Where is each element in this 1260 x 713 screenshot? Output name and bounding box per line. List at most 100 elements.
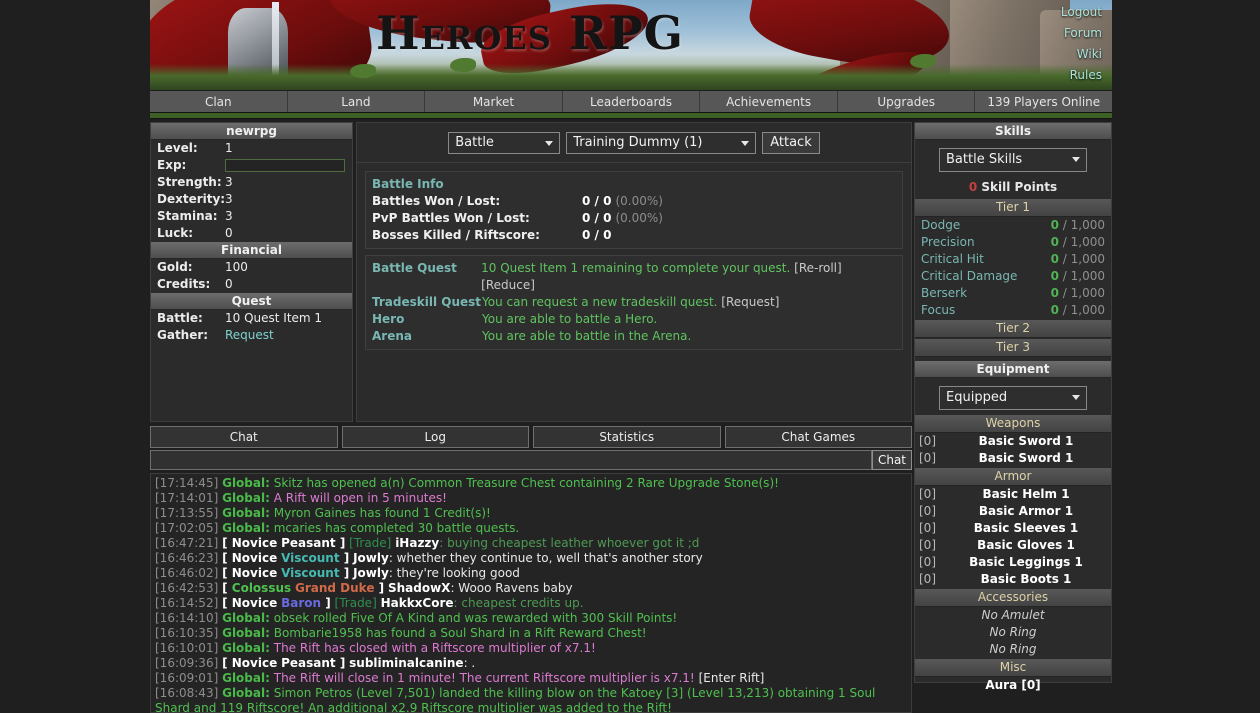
- chat-input-row: Chat: [150, 450, 912, 470]
- chat-global-prefix: Global:: [222, 671, 270, 685]
- chat-rank: Novice: [231, 596, 278, 610]
- equipment-item-name[interactable]: Basic Boots 1: [945, 571, 1107, 588]
- skill-value: 0 / 1,000: [1050, 303, 1105, 317]
- info-label: Battles Won / Lost:: [372, 194, 501, 208]
- header-link-wiki[interactable]: Wiki: [992, 44, 1102, 65]
- chat-username[interactable]: HakkxCore: [381, 596, 454, 610]
- chat-send-button[interactable]: Chat: [871, 450, 912, 470]
- equipment-quantity: [0]: [919, 538, 936, 552]
- equipment-quantity: [0]: [919, 504, 936, 518]
- chat-text: : they're looking good: [388, 566, 520, 580]
- tab-chat-games[interactable]: Chat Games: [724, 426, 912, 448]
- skills-category-select[interactable]: Battle Skills: [939, 148, 1087, 172]
- skill-value: 0 / 1,000: [1050, 235, 1105, 249]
- nav-item-land[interactable]: Land: [288, 91, 426, 112]
- nav-item-achievements[interactable]: Achievements: [700, 91, 838, 112]
- stat-label: Dexterity:: [157, 192, 226, 206]
- chat-message: [16:42:53] [ Colossus Grand Duke ] Shado…: [155, 581, 907, 596]
- chat-username[interactable]: Jowly: [353, 551, 389, 565]
- equipment-item-name[interactable]: Basic Leggings 1: [945, 554, 1107, 571]
- chat-log[interactable]: [17:14:45] Global: Skitz has opened a(n)…: [150, 473, 912, 713]
- equipment-item-name[interactable]: Aura [0]: [915, 677, 1111, 694]
- skill-name[interactable]: Focus: [921, 302, 955, 319]
- skill-name[interactable]: Berserk: [921, 285, 967, 302]
- nav-item-leaderboards[interactable]: Leaderboards: [563, 91, 701, 112]
- chat-message: [16:09:36] [ Novice Peasant ] subliminal…: [155, 656, 907, 671]
- battle-target-select[interactable]: Training Dummy (1): [566, 131, 757, 154]
- nav-item-players-online[interactable]: 139 Players Online: [975, 91, 1112, 112]
- quest-action-link[interactable]: [Reduce]: [481, 278, 535, 292]
- chat-timestamp: [17:02:05]: [155, 521, 219, 535]
- info-value: 0 / 0: [582, 194, 612, 208]
- info-label: Bosses Killed / Riftscore:: [372, 228, 540, 242]
- chat-timestamp: [16:14:10]: [155, 611, 219, 625]
- battle-info-row: Battles Won / Lost: 0 / 0 (0.00%): [372, 193, 896, 210]
- chat-message: [17:14:45] Global: Skitz has opened a(n)…: [155, 476, 907, 491]
- quest-action-link[interactable]: [Re-roll]: [790, 261, 842, 275]
- stat-row-level: Level: 1: [151, 140, 352, 157]
- skill-name[interactable]: Precision: [921, 234, 975, 251]
- skill-name[interactable]: Critical Hit: [921, 251, 984, 268]
- chat-input[interactable]: [150, 450, 872, 470]
- equipment-item-name[interactable]: Basic Sword 1: [945, 433, 1107, 450]
- financial-row-gold: Gold: 100: [151, 259, 352, 276]
- skill-row: Focus 0 / 1,000: [915, 302, 1111, 319]
- chat-message: [16:46:02] [ Novice Viscount ] Jowly: th…: [155, 566, 907, 581]
- tab-log[interactable]: Log: [341, 426, 529, 448]
- equipment-select-wrap: Equipped: [939, 386, 1087, 410]
- skill-row: Critical Damage 0 / 1,000: [915, 268, 1111, 285]
- equipment-item-name[interactable]: Basic Gloves 1: [945, 537, 1107, 554]
- chat-text: Bombarie1958 has found a Soul Shard in a…: [273, 626, 647, 640]
- chat-timestamp: [17:13:55]: [155, 506, 219, 520]
- chat-username[interactable]: ShadowX: [388, 581, 450, 595]
- chat-timestamp: [16:46:02]: [155, 566, 219, 580]
- financial-label: Gold:: [157, 260, 193, 274]
- site-banner: Heroes RPG Logout Forum Wiki Rules: [150, 0, 1112, 90]
- equipment-item-name[interactable]: Basic Helm 1: [945, 486, 1107, 503]
- quest-info-label: Hero: [372, 312, 405, 326]
- equipment-filter-select[interactable]: Equipped: [939, 386, 1087, 410]
- equipment-item-name[interactable]: Basic Armor 1: [945, 503, 1107, 520]
- tab-statistics[interactable]: Statistics: [533, 426, 721, 448]
- header-link-forum[interactable]: Forum: [992, 23, 1102, 44]
- quest-info-label: Arena: [372, 329, 412, 343]
- nav-item-market[interactable]: Market: [425, 91, 563, 112]
- chat-text: Myron Gaines has found 1 Credit(s)!: [273, 506, 491, 520]
- chat-title: Viscount: [281, 551, 340, 565]
- tab-chat[interactable]: Chat: [150, 426, 338, 448]
- quest-action-link[interactable]: [Request]: [717, 295, 779, 309]
- chat-text: : buying cheapest leather whoever got it…: [439, 536, 700, 550]
- equipment-group-header: Accessories: [915, 588, 1111, 607]
- banner-foliage: [150, 64, 1112, 90]
- quest-row-battle: Battle: 10 Quest Item 1: [151, 310, 352, 327]
- stat-value: 3: [225, 192, 233, 206]
- chat-rank-bracket: [: [222, 536, 232, 550]
- equipment-header: Equipment: [915, 361, 1111, 378]
- equipment-item-name[interactable]: Basic Sword 1: [945, 450, 1107, 467]
- quest-request-link[interactable]: Request: [225, 327, 274, 344]
- chat-message: [16:10:35] Global: Bombarie1958 has foun…: [155, 626, 907, 641]
- skill-value: 0 / 1,000: [1050, 269, 1105, 283]
- chat-username[interactable]: iHazzy: [395, 536, 439, 550]
- chat-action-link[interactable]: [Enter Rift]: [699, 671, 765, 685]
- equipment-row: [0] Basic Boots 1: [915, 571, 1111, 588]
- skill-points-value: 0: [968, 180, 978, 194]
- chat-message: [16:47:21] [ Novice Peasant ] [Trade] iH…: [155, 536, 907, 551]
- chat-username[interactable]: Jowly: [353, 566, 389, 580]
- chat-message: [16:46:23] [ Novice Viscount ] Jowly: wh…: [155, 551, 907, 566]
- chat-username[interactable]: subliminalcanine: [349, 656, 463, 670]
- header-link-logout[interactable]: Logout: [992, 2, 1102, 23]
- header-link-rules[interactable]: Rules: [992, 65, 1102, 86]
- quest-info-text: You are able to battle a Hero.: [482, 312, 658, 326]
- equipment-item-name[interactable]: Basic Sleeves 1: [945, 520, 1107, 537]
- nav-item-upgrades[interactable]: Upgrades: [838, 91, 976, 112]
- skill-name[interactable]: Critical Damage: [921, 268, 1017, 285]
- nav-item-clan[interactable]: Clan: [150, 91, 288, 112]
- chat-title: Viscount: [281, 566, 340, 580]
- attack-button[interactable]: Attack: [762, 131, 820, 154]
- battle-mode-select[interactable]: Battle: [448, 131, 561, 154]
- battle-info-row: Bosses Killed / Riftscore: 0 / 0: [372, 227, 896, 244]
- skill-name[interactable]: Dodge: [921, 217, 960, 234]
- chat-timestamp: [16:09:36]: [155, 656, 219, 670]
- chat-tabs: Chat Log Statistics Chat Games: [150, 426, 912, 448]
